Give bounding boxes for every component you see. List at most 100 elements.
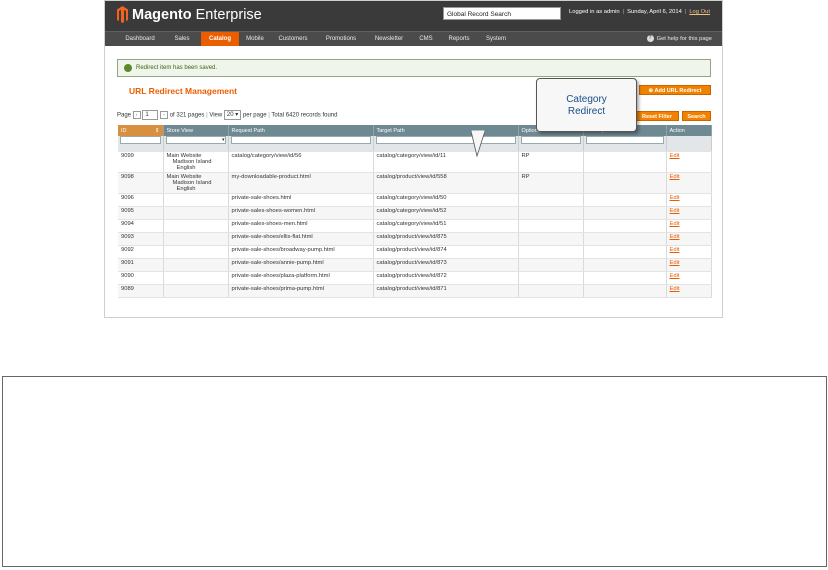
filter-target-input[interactable] <box>375 136 516 144</box>
logo-edition: Enterprise <box>195 7 262 23</box>
store-line: English <box>176 186 196 192</box>
search-button[interactable]: Search <box>682 111 711 121</box>
cell-target-path: catalog/product/view/id/871 <box>373 284 519 298</box>
reset-filter-button[interactable]: Reset Filter <box>635 111 679 121</box>
help-link[interactable]: ? Get help for this page <box>646 32 712 46</box>
edit-link[interactable]: Edit <box>670 260 680 266</box>
logo-text: Magento Enterprise <box>132 7 262 23</box>
page-input[interactable]: 1 <box>142 110 159 120</box>
cell-action[interactable]: Edit <box>666 206 712 220</box>
nav-reports[interactable]: Reports <box>443 32 475 46</box>
per-page-value: 20 <box>226 112 234 118</box>
cell-action[interactable]: Edit <box>666 151 712 173</box>
success-message: Redirect item has been saved. <box>117 59 711 77</box>
cell-description <box>583 172 667 194</box>
cell-id: 9092 <box>118 245 164 259</box>
nav-newsletter[interactable]: Newsletter <box>369 32 409 46</box>
cell-store-view <box>163 271 229 285</box>
edit-link[interactable]: Edit <box>670 273 680 279</box>
table-row[interactable]: 9098 Main Website Madison Island English my-… <box>118 172 712 194</box>
cell-request-path: catalog/category/view/id/56 <box>228 151 374 173</box>
filter-description-input[interactable] <box>585 136 664 144</box>
help-text: Get help for this page <box>656 36 712 42</box>
col-target-path[interactable]: Target Path <box>373 125 519 136</box>
next-page-icon[interactable]: › <box>160 111 169 119</box>
table-row[interactable]: 9094 private-sales-shoes-men.html catalog/… <box>118 219 712 233</box>
table-row[interactable]: 9093 private-sale-shoes/ellis-flat.html ca… <box>118 232 712 246</box>
cell-options <box>518 219 584 233</box>
cell-target-path: catalog/category/view/id/50 <box>373 193 519 207</box>
cell-action[interactable]: Edit <box>666 271 712 285</box>
nav-customers[interactable]: Customers <box>273 32 313 46</box>
cell-request-path: private-sale-shoes.html <box>228 193 374 207</box>
nav-mobile[interactable]: Mobile <box>241 32 269 46</box>
table-row[interactable]: 9089 private-sale-shoes/prima-pump.html ca… <box>118 284 712 298</box>
cell-description <box>583 258 667 272</box>
nav-sales[interactable]: Sales <box>167 32 197 46</box>
cell-id: 9099 <box>118 151 164 173</box>
cell-store-view <box>163 219 229 233</box>
edit-link[interactable]: Edit <box>670 286 680 292</box>
filter-request-input[interactable] <box>230 136 371 144</box>
filter-store-select[interactable]: ▾ <box>165 136 226 144</box>
cell-action[interactable]: Edit <box>666 172 712 194</box>
admin-screenshot: Magento Enterprise Global Record Search … <box>104 0 723 318</box>
table-row[interactable]: 9096 private-sale-shoes.html catalog/categ… <box>118 193 712 207</box>
help-icon: ? <box>646 34 654 42</box>
cell-action[interactable]: Edit <box>666 258 712 272</box>
cell-id: 9094 <box>118 219 164 233</box>
grid-body: 9099 Main Website Madison Island English cat… <box>118 151 712 298</box>
cell-store-view <box>163 258 229 272</box>
cell-request-path: my-downloadable-product.html <box>228 172 374 194</box>
nav-dashboard[interactable]: Dashboard <box>117 32 163 46</box>
prev-page-icon[interactable]: ‹ <box>132 111 141 119</box>
table-row[interactable]: 9099 Main Website Madison Island English cat… <box>118 151 712 173</box>
filter-options-input[interactable] <box>520 136 581 144</box>
global-search-input[interactable]: Global Record Search <box>443 7 561 20</box>
cell-action[interactable]: Edit <box>666 284 712 298</box>
cell-options <box>518 245 584 259</box>
nav-catalog[interactable]: Catalog <box>201 32 239 46</box>
table-row[interactable]: 9092 private-sale-shoes/broadway-pump.htm… <box>118 245 712 259</box>
add-button-label: Add URL Redirect <box>654 88 702 94</box>
cell-action[interactable]: Edit <box>666 232 712 246</box>
table-row[interactable]: 9095 private-sales-shoes-women.html catalo… <box>118 206 712 220</box>
edit-link[interactable]: Edit <box>670 234 680 240</box>
cell-options: RP <box>518 172 584 194</box>
cell-action[interactable]: Edit <box>666 219 712 233</box>
admin-header: Magento Enterprise Global Record Search … <box>105 1 722 31</box>
cell-store-view <box>163 245 229 259</box>
table-row[interactable]: 9090 private-sale-shoes/plaza-platform.ht… <box>118 271 712 285</box>
table-row[interactable]: 9091 private-sale-shoes/annie-pump.html ca… <box>118 258 712 272</box>
cell-description <box>583 271 667 285</box>
sort-icon: ⇕ <box>154 127 160 134</box>
cell-action[interactable]: Edit <box>666 193 712 207</box>
view-label: View <box>209 112 223 119</box>
filter-id-input[interactable] <box>120 136 161 144</box>
edit-link[interactable]: Edit <box>670 208 680 214</box>
cell-store-view <box>163 232 229 246</box>
edit-link[interactable]: Edit <box>670 221 680 227</box>
edit-link[interactable]: Edit <box>670 195 680 201</box>
col-store-view[interactable]: Store View <box>163 125 229 136</box>
nav-promotions[interactable]: Promotions <box>319 32 363 46</box>
edit-link[interactable]: Edit <box>670 153 680 159</box>
cell-options <box>518 271 584 285</box>
edit-link[interactable]: Edit <box>670 174 680 180</box>
nav-cms[interactable]: CMS <box>415 32 437 46</box>
cell-action[interactable]: Edit <box>666 245 712 259</box>
logout-link[interactable]: Log Out <box>689 9 710 15</box>
nav-system[interactable]: System <box>481 32 511 46</box>
per-page-select[interactable]: 20 ▾ <box>223 110 242 120</box>
col-id[interactable]: ID ⇕ <box>118 125 164 136</box>
add-url-redirect-button[interactable]: ⊕ Add URL Redirect <box>639 85 711 95</box>
logo-brand: Magento <box>132 7 192 23</box>
cell-target-path: catalog/product/view/id/558 <box>373 172 519 194</box>
page-title: URL Redirect Management <box>129 86 238 96</box>
category-redirect-callout: Category Redirect <box>536 78 637 132</box>
cell-options <box>518 232 584 246</box>
cell-store-view <box>163 206 229 220</box>
cell-description <box>583 151 667 173</box>
edit-link[interactable]: Edit <box>670 247 680 253</box>
col-request-path[interactable]: Request Path <box>228 125 374 136</box>
